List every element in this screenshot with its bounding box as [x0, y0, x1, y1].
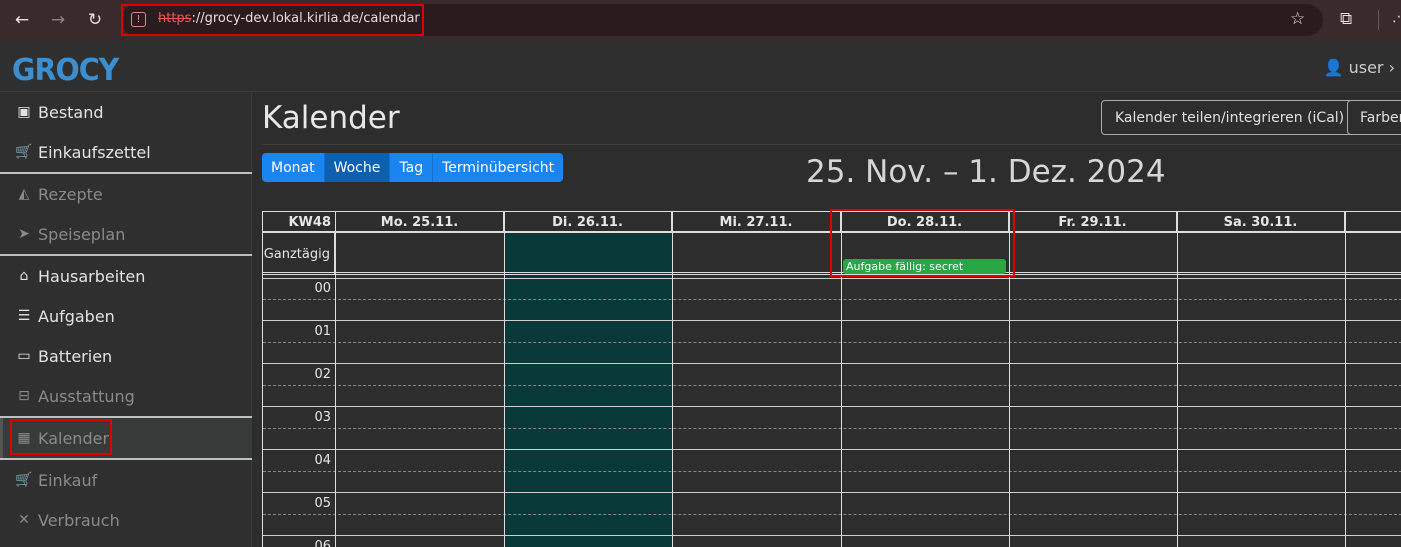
- day-header[interactable]: Di. 26.11.: [504, 212, 672, 233]
- hour-line: [263, 535, 1401, 536]
- hour-line: [263, 406, 1401, 407]
- active-indicator: [0, 418, 3, 458]
- box-icon: ▣: [17, 104, 31, 120]
- sidebar-item-einkaufszettel[interactable]: 🛒 Einkaufszettel: [0, 132, 252, 172]
- half-hour-line: [263, 471, 1401, 472]
- sidebar-item-ausstattung[interactable]: ⊟ Ausstattung: [0, 376, 252, 416]
- half-hour-line: [263, 299, 1401, 300]
- day-header[interactable]: Mo. 25.11.: [336, 212, 504, 233]
- view-week-button[interactable]: Woche: [324, 153, 391, 182]
- hour-line: [263, 363, 1401, 364]
- sidebar-item-rezepte[interactable]: ◭ Rezepte: [0, 174, 252, 214]
- view-day-button[interactable]: Tag: [390, 153, 434, 182]
- colors-button[interactable]: Farben: [1347, 100, 1401, 135]
- column-divider: [672, 211, 673, 547]
- sidebar-item-einkauf[interactable]: 🛒 Einkauf: [0, 460, 252, 500]
- tasks-icon: ☰: [17, 308, 31, 324]
- utensils-icon: ✕: [18, 512, 30, 528]
- sidebar: ▣ Bestand 🛒 Einkaufszettel ◭ Rezepte ➤ Speis…: [0, 92, 252, 547]
- home-icon: ⌂: [19, 268, 29, 284]
- hour-label: 01: [314, 324, 331, 339]
- hour-line: [263, 449, 1401, 450]
- share-ical-button[interactable]: Kalender teilen/integrieren (iCal): [1101, 100, 1359, 135]
- view-month-button[interactable]: Monat: [262, 153, 325, 182]
- title-divider: [262, 144, 1401, 145]
- user-menu[interactable]: 👤 user ›: [1324, 58, 1395, 77]
- url-highlight: [121, 4, 424, 36]
- event-highlight: [830, 209, 1015, 277]
- column-divider: [1345, 211, 1346, 547]
- day-header[interactable]: Fr. 29.11.: [1009, 212, 1177, 233]
- view-switcher: Monat Woche Tag Terminübersicht: [262, 153, 564, 182]
- hour-label: 00: [314, 281, 331, 296]
- main-content: Kalender Kalender teilen/integrieren (iC…: [252, 92, 1401, 547]
- column-divider: [1177, 211, 1178, 547]
- hour-label: 06: [314, 539, 331, 547]
- forward-icon[interactable]: →: [40, 0, 76, 40]
- time-grid: 00 01 02 03 04 05 06: [263, 278, 1401, 547]
- day-header[interactable]: Sa. 30.11.: [1177, 212, 1345, 233]
- bookmark-star-icon[interactable]: ☆: [1290, 9, 1305, 29]
- hour-label: 04: [314, 453, 331, 468]
- sidebar-item-bestand[interactable]: ▣ Bestand: [0, 92, 252, 132]
- view-list-button[interactable]: Terminübersicht: [433, 153, 564, 182]
- sidebar-item-verbrauch[interactable]: ✕ Verbrauch: [0, 500, 252, 540]
- kalender-highlight: [10, 419, 112, 455]
- column-divider: [335, 211, 336, 547]
- hour-label: 05: [314, 496, 331, 511]
- hour-line: [263, 278, 1401, 279]
- paper-plane-icon: ➤: [18, 226, 30, 242]
- sidebar-item-aufgaben[interactable]: ☰ Aufgaben: [0, 296, 252, 336]
- sidebar-item-batterien[interactable]: ▭ Batterien: [0, 336, 252, 376]
- hour-line: [263, 320, 1401, 321]
- day-header[interactable]: S: [1345, 212, 1401, 233]
- menu-edge-icon[interactable]: ⋰: [1392, 9, 1401, 25]
- day-header[interactable]: Mi. 27.11.: [672, 212, 841, 233]
- sidebar-item-hausarbeiten[interactable]: ⌂ Hausarbeiten: [0, 256, 252, 296]
- pizza-icon: ◭: [18, 186, 30, 202]
- grocy-logo[interactable]: GROCY: [12, 53, 119, 88]
- reload-icon[interactable]: ↻: [77, 0, 113, 40]
- allday-label: Ganztägig: [263, 233, 335, 275]
- app-topnav: GROCY 👤 user ›: [0, 40, 1401, 92]
- hour-label: 02: [314, 367, 331, 382]
- toolbox-icon: ⊟: [18, 388, 30, 404]
- half-hour-line: [263, 385, 1401, 386]
- hour-label: 03: [314, 410, 331, 425]
- cart-plus-icon: 🛒: [15, 472, 33, 488]
- column-divider: [504, 211, 505, 547]
- extensions-icon[interactable]: ⧉: [1340, 9, 1352, 29]
- user-icon: 👤: [1323, 58, 1344, 77]
- cart-icon: 🛒: [15, 144, 33, 160]
- toolbar-divider: [1378, 10, 1379, 30]
- half-hour-line: [263, 428, 1401, 429]
- week-number: KW48: [263, 212, 336, 233]
- chevron-right-icon: ›: [1388, 58, 1395, 77]
- sidebar-item-speiseplan[interactable]: ➤ Speiseplan: [0, 214, 252, 254]
- hour-line: [263, 492, 1401, 493]
- half-hour-line: [263, 514, 1401, 515]
- date-range-title: 25. Nov. – 1. Dez. 2024: [806, 154, 1166, 190]
- back-icon[interactable]: ←: [4, 0, 40, 40]
- user-name: user: [1348, 58, 1384, 77]
- half-hour-line: [263, 342, 1401, 343]
- battery-icon: ▭: [17, 348, 31, 364]
- page-title: Kalender: [262, 100, 400, 136]
